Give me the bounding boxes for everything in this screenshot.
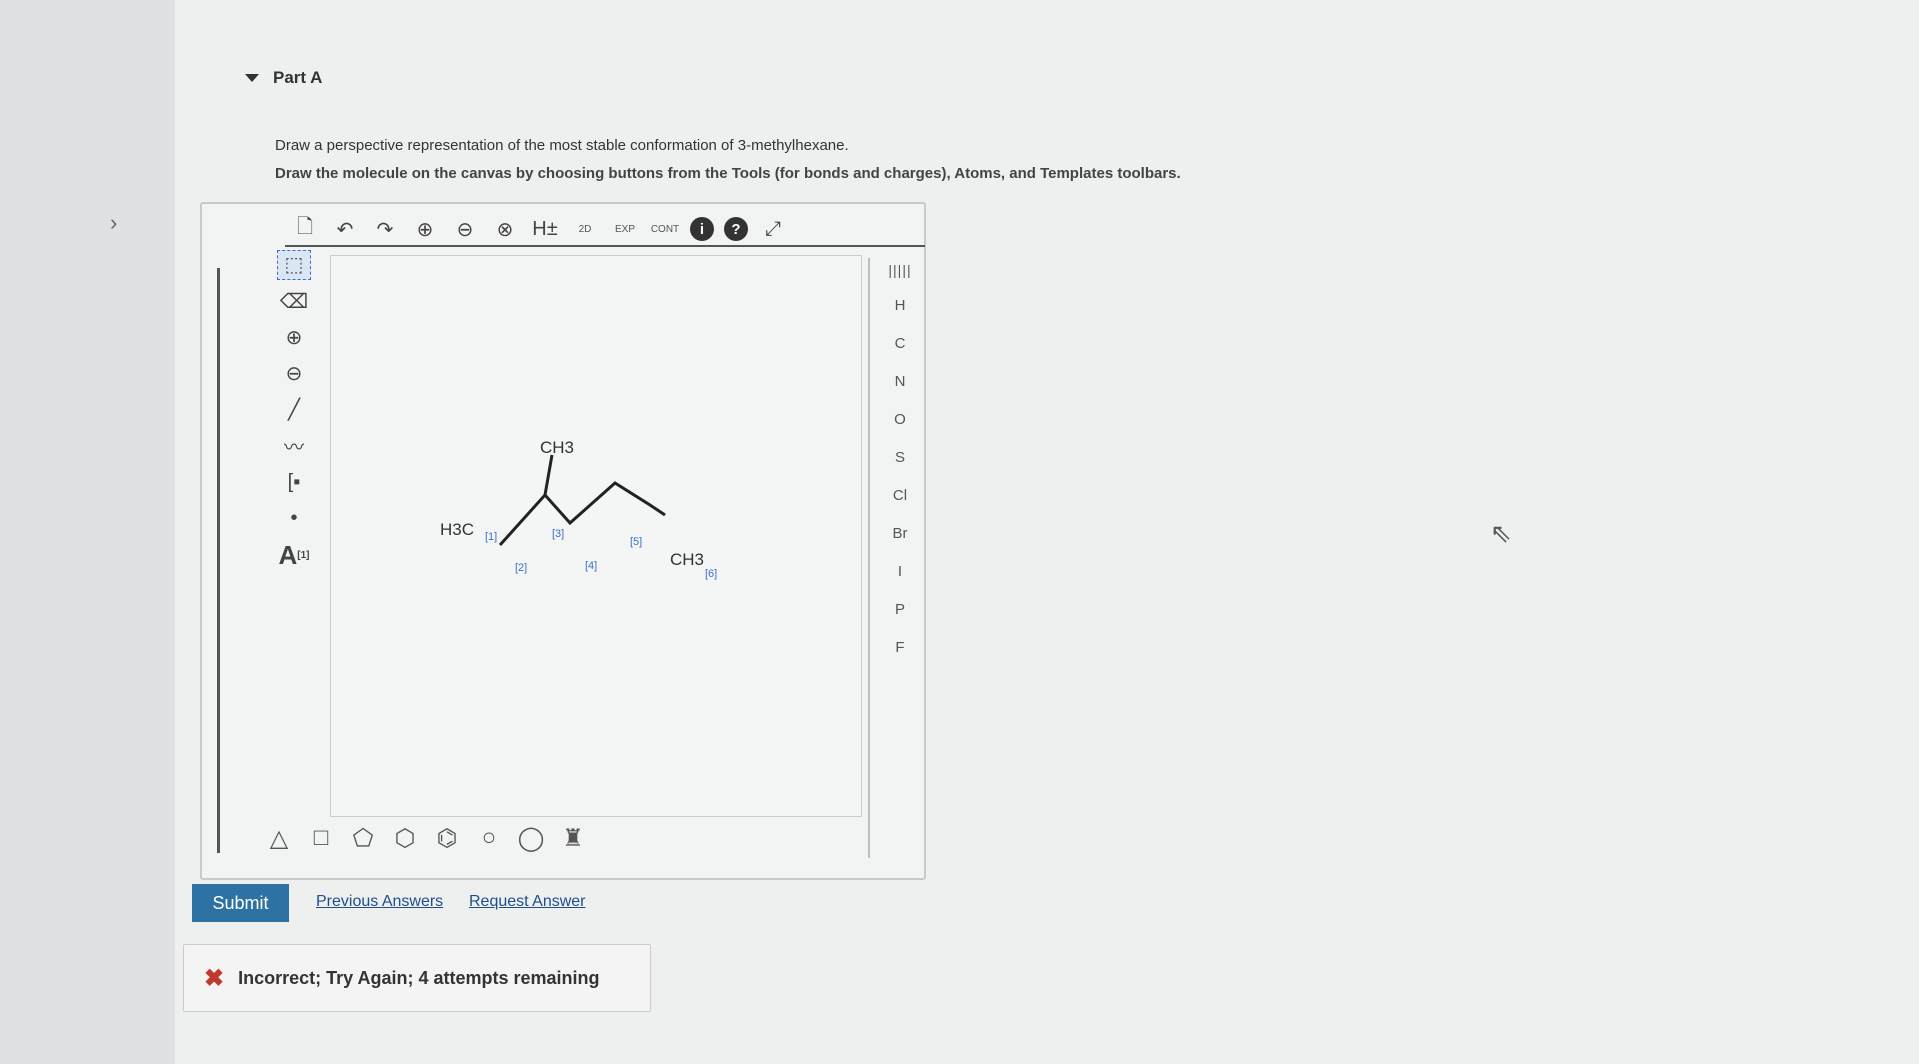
caret-down-icon[interactable] — [245, 74, 259, 82]
zoom-in-icon[interactable]: ⊕ — [410, 214, 440, 244]
ch3-top-label[interactable]: CH3 — [540, 438, 574, 457]
atom-map-4: [4] — [585, 560, 597, 572]
bracket-icon[interactable]: [▪ — [278, 468, 310, 496]
triangle-template-icon[interactable]: △ — [265, 824, 293, 852]
clean-2d-button[interactable]: 2D — [570, 214, 600, 244]
atom-button-f[interactable]: F — [880, 628, 920, 666]
atom-map-1: [1] — [485, 531, 497, 543]
feedback-text: Incorrect; Try Again; 4 attempts remaini… — [238, 967, 600, 988]
atom-button-p[interactable]: P — [880, 590, 920, 628]
atom-label-letter: A — [278, 539, 298, 570]
octagon-template-icon[interactable]: ◯ — [517, 824, 545, 852]
atom-map-5: [5] — [630, 536, 642, 548]
fullscreen-icon[interactable]: ⤢ — [758, 214, 788, 244]
molecule-drawing: H3C CH3 CH3 [1] [2] [3] [4] [5] [6] — [440, 438, 717, 580]
atom-map-6: [6] — [705, 568, 717, 580]
atom-button-o[interactable]: O — [880, 400, 920, 438]
atom-label-tool[interactable]: A [1] — [278, 540, 310, 570]
templates-toolbar: △ □ ⬠ ⬡ ⌬ ○ ◯ ♜ — [265, 818, 825, 858]
atom-button-cl[interactable]: Cl — [880, 476, 920, 514]
hexagon-template-icon[interactable]: ⬡ — [391, 824, 419, 852]
expand-button[interactable]: EXP — [610, 214, 640, 244]
atom-label-superscript: [1] — [297, 549, 310, 561]
toolbar-divider — [217, 268, 220, 853]
request-answer-link[interactable]: Request Answer — [469, 893, 586, 911]
instruction-line-2: Draw the molecule on the canvas by choos… — [275, 165, 1181, 182]
redo-icon[interactable]: ↷ — [370, 214, 400, 244]
cyclohexane-chair-icon[interactable]: ♜ — [559, 824, 587, 852]
atom-button-i[interactable]: I — [880, 552, 920, 590]
top-toolbar: 🗋 ↶ ↷ ⊕ ⊖ ⊗ H± 2D EXP CONT i ? ⤢ — [285, 213, 925, 247]
atoms-toolbar: ||||| H C N O S Cl Br I P F — [868, 258, 930, 858]
info-icon[interactable]: i — [690, 217, 714, 241]
methyl-branch-bond — [543, 454, 554, 496]
atom-button-h[interactable]: H — [880, 286, 920, 324]
radical-icon[interactable]: • — [278, 504, 310, 532]
select-tool-icon[interactable]: ⬚ — [277, 250, 311, 280]
chain-icon[interactable]: 〰 — [278, 431, 310, 460]
negative-charge-icon[interactable]: ⊖ — [278, 360, 310, 388]
new-document-icon[interactable]: 🗋 — [290, 214, 320, 244]
zoom-reset-icon[interactable]: ⊗ — [490, 214, 520, 244]
atom-button-s[interactable]: S — [880, 438, 920, 476]
benzene-template-icon[interactable]: ⌬ — [433, 824, 461, 852]
submit-button[interactable]: Submit — [192, 884, 289, 922]
left-toolbar: ⬚ ⌫ ⊕ ⊖ ╱ 〰 [▪ • A [1] — [272, 250, 316, 570]
h3c-label[interactable]: H3C — [440, 520, 474, 539]
mouse-cursor-icon: ⇖ — [1490, 518, 1512, 548]
contract-button[interactable]: CONT — [650, 214, 680, 244]
part-header[interactable]: Part A — [245, 68, 322, 88]
periodic-table-icon[interactable]: ||||| — [888, 262, 911, 278]
part-title: Part A — [273, 68, 323, 87]
incorrect-x-icon: ✖ — [204, 964, 225, 992]
atom-map-2: [2] — [515, 562, 527, 574]
pentagon-template-icon[interactable]: ⬠ — [349, 824, 377, 852]
atom-button-c[interactable]: C — [880, 324, 920, 362]
single-bond-icon[interactable]: ╱ — [278, 395, 310, 423]
hydrogen-toggle-button[interactable]: H± — [530, 214, 560, 244]
chevron-right-icon[interactable]: › — [110, 210, 117, 236]
atom-button-n[interactable]: N — [880, 362, 920, 400]
ch3-right-label[interactable]: CH3 — [670, 550, 704, 569]
heptagon-template-icon[interactable]: ○ — [475, 824, 503, 852]
left-navigation-strip — [0, 0, 175, 1064]
positive-charge-icon[interactable]: ⊕ — [278, 324, 310, 352]
square-template-icon[interactable]: □ — [307, 824, 335, 852]
help-icon[interactable]: ? — [724, 217, 748, 241]
atom-button-br[interactable]: Br — [880, 514, 920, 552]
instruction-line-1: Draw a perspective representation of the… — [275, 137, 849, 154]
atom-map-3: [3] — [552, 528, 564, 540]
feedback-box: ✖ Incorrect; Try Again; 4 attempts remai… — [183, 944, 651, 1012]
previous-answers-link[interactable]: Previous Answers — [316, 893, 443, 911]
eraser-icon[interactable]: ⌫ — [278, 288, 310, 316]
zoom-out-icon[interactable]: ⊖ — [450, 214, 480, 244]
undo-icon[interactable]: ↶ — [330, 214, 360, 244]
